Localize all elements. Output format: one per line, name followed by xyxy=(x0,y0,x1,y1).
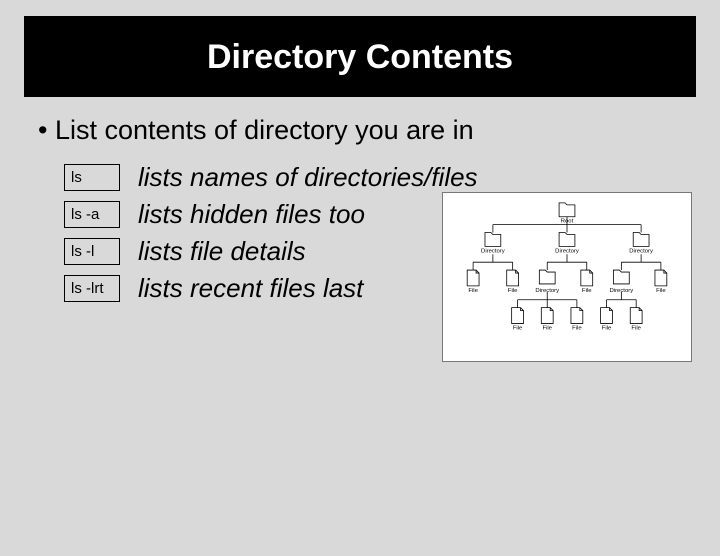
tree-label: File xyxy=(572,325,582,331)
cmd-box-ls: ls xyxy=(64,164,120,191)
tree-label: File xyxy=(656,288,666,294)
cmd-desc: lists recent files last xyxy=(138,273,363,304)
cmd-box-ls-lrt: ls -lrt xyxy=(64,275,120,302)
cmd-box-ls-a: ls -a xyxy=(64,201,120,228)
cmd-desc: lists names of directories/files xyxy=(138,162,478,193)
tree-label: File xyxy=(602,325,612,331)
tree-label: Directory xyxy=(481,248,505,254)
tree-label: File xyxy=(631,325,641,331)
tree-label: File xyxy=(513,325,523,331)
tree-label: File xyxy=(508,288,518,294)
cmd-desc: lists file details xyxy=(138,236,306,267)
file-icon xyxy=(467,270,479,286)
tree-label: File xyxy=(582,288,592,294)
tree-svg: Root Directory Directory Directory File … xyxy=(443,193,691,361)
cmd-box-ls-l: ls -l xyxy=(64,238,120,265)
tree-label: Directory xyxy=(535,288,559,294)
tree-label-root: Root xyxy=(561,219,574,225)
slide-title: Directory Contents xyxy=(24,16,696,97)
tree-label: Directory xyxy=(610,288,634,294)
tree-label: File xyxy=(542,325,552,331)
tree-label: Directory xyxy=(555,248,579,254)
folder-icon xyxy=(559,203,575,217)
tree-label: Directory xyxy=(629,248,653,254)
bullet-text: List contents of directory you are in xyxy=(38,115,720,146)
directory-tree-figure: Root Directory Directory Directory File … xyxy=(442,192,692,362)
tree-label: File xyxy=(468,288,478,294)
cmd-desc: lists hidden files too xyxy=(138,199,365,230)
cmd-row: ls lists names of directories/files xyxy=(64,162,720,193)
